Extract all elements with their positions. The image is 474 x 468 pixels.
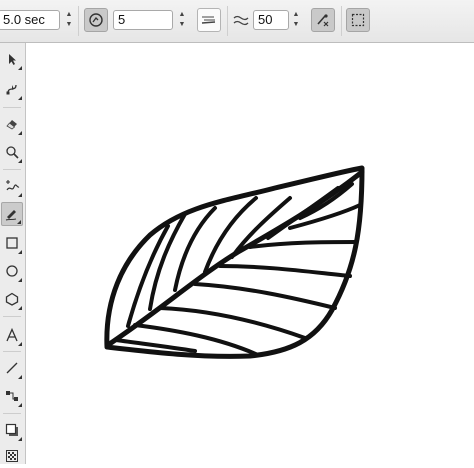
line-tool[interactable]: [1, 356, 23, 380]
pick-tool[interactable]: [1, 47, 23, 71]
duration-input[interactable]: 5.0 sec: [0, 10, 60, 30]
property-bar: 5.0 sec ▲ ▼ 5 ▲ ▼ 50 ▲ ▼: [0, 0, 474, 43]
connector-tool-icon: [6, 391, 18, 401]
pressure-dial-icon: [89, 13, 103, 27]
drop-shadow-tool-icon: [5, 423, 18, 436]
brush-settings-button[interactable]: [311, 8, 335, 32]
drawing-canvas[interactable]: [26, 43, 474, 464]
line-tool-icon: [6, 362, 18, 374]
artistic-media-tool-icon: [5, 210, 17, 221]
eraser-tool-icon: [6, 120, 17, 130]
duration-spinner[interactable]: ▲ ▼: [63, 10, 75, 30]
freehand-tool-icon: [6, 180, 20, 191]
shape-tool-icon: [6, 84, 17, 95]
ellipse-tool-icon: [6, 265, 18, 277]
strength-input[interactable]: 50: [253, 10, 289, 30]
brush-stroke-preview-icon: [201, 16, 216, 24]
zoom-tool[interactable]: [1, 140, 23, 164]
zoom-tool-icon: [6, 146, 19, 159]
smoothing-input[interactable]: 5: [113, 10, 173, 30]
freehand-tool[interactable]: [1, 174, 23, 198]
strength-spinner[interactable]: ▲ ▼: [290, 10, 302, 30]
ellipse-tool[interactable]: [1, 259, 23, 283]
smoothing-spinner[interactable]: ▲ ▼: [176, 10, 188, 30]
bristle-style-button[interactable]: [197, 8, 221, 32]
toolbox: [0, 43, 26, 464]
pressure-toggle-button[interactable]: [84, 8, 108, 32]
brush-settings-icon: [317, 14, 329, 27]
fill-tool-icon: [6, 450, 18, 462]
divider: [227, 6, 228, 36]
shape-tool[interactable]: [1, 77, 23, 101]
rectangle-tool[interactable]: [1, 231, 23, 255]
divider: [78, 6, 79, 36]
artistic-media-tool[interactable]: [1, 202, 23, 226]
divider: [341, 6, 342, 36]
eraser-tool[interactable]: [1, 112, 23, 136]
wave-approximate-icon: [233, 15, 249, 26]
text-tool[interactable]: [1, 323, 23, 347]
leaf-drawing[interactable]: [26, 43, 474, 464]
drop-shadow-tool[interactable]: [1, 418, 23, 442]
connector-tool[interactable]: [1, 384, 23, 408]
rectangle-tool-icon: [6, 237, 18, 249]
bounding-box-icon: [351, 13, 365, 27]
pick-tool-icon: [9, 54, 16, 65]
polygon-tool[interactable]: [1, 287, 23, 311]
fill-tool[interactable]: [1, 444, 23, 468]
bounding-box-button[interactable]: [346, 8, 370, 32]
text-tool-icon: [6, 328, 18, 342]
polygon-tool-icon: [5, 292, 19, 306]
